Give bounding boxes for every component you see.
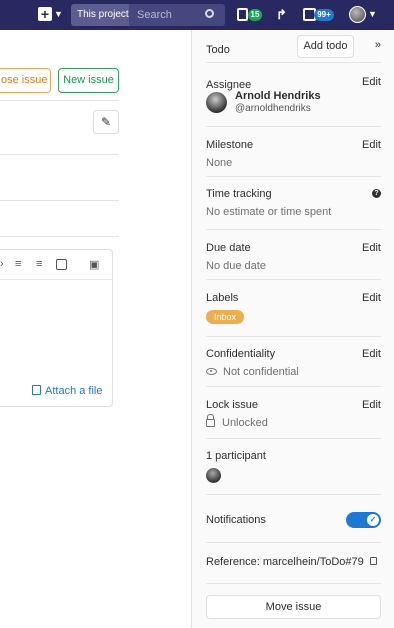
issue-main-content: ose issue New issue ✎ › ≡ ≡ ▣ Attach a f… [0,30,191,628]
milestone-section: Milestone Edit None [206,139,381,169]
divider [206,176,381,177]
attach-file-link[interactable]: Attach a file [32,385,102,397]
assignee-username: @arnoldhendriks [235,103,311,114]
divider [206,229,381,230]
search-scope-label: This project [71,4,129,26]
issues-icon[interactable] [237,8,248,21]
collapse-sidebar-icon[interactable]: » [375,39,381,51]
time-tracking-value: No estimate or time spent [206,206,332,218]
reference-section: Reference: marcelhein/ToDo#79 [206,555,381,568]
divider [206,583,381,584]
milestone-label: Milestone [206,139,254,151]
todo-label: Todo [206,44,230,56]
task-list-icon[interactable] [56,259,67,270]
time-tracking-section: Time tracking ? No estimate or time spen… [206,188,381,218]
divider [0,100,119,101]
due-date-section: Due date Edit No due date [206,242,381,272]
new-issue-button[interactable]: New issue [58,68,119,93]
divider [206,336,381,337]
fullscreen-icon[interactable]: ▣ [89,258,99,271]
labels-label: Labels [206,292,239,304]
milestone-value: None [206,157,233,169]
merge-request-icon[interactable]: ↱ [276,7,287,23]
new-dropdown-plus-icon[interactable]: + [38,7,52,21]
divider [206,279,381,280]
add-todo-button[interactable]: Add todo [297,35,354,58]
divider [206,62,381,63]
participants-label: 1 participant [206,450,266,462]
lock-issue-label: Lock issue [206,399,258,411]
notifications-toggle[interactable]: ✓ [346,512,381,528]
issues-count-badge[interactable]: 15 [248,9,262,21]
top-navbar: + ▼ This project Search 15 ↱ 99+ ▼ [0,0,394,30]
milestone-edit-link[interactable]: Edit [362,139,381,151]
issue-sidebar: Todo Add todo » Assignee Edit Arnold Hen… [191,30,394,628]
question-circle-icon[interactable]: ? [372,189,381,198]
move-issue-button[interactable]: Move issue [206,595,381,619]
due-date-value: No due date [206,260,266,272]
lock-issue-edit-link[interactable]: Edit [362,399,381,411]
chevron-down-icon[interactable]: ▼ [54,9,63,19]
edit-pencil-icon[interactable]: ✎ [93,110,119,134]
eye-icon [206,368,217,375]
divider [206,126,381,127]
due-date-edit-link[interactable]: Edit [362,242,381,254]
divider [206,494,381,495]
user-avatar[interactable] [349,6,366,23]
confidentiality-label: Confidentiality [206,348,276,360]
code-icon[interactable]: › [0,258,4,270]
chevron-down-icon[interactable]: ▼ [368,9,377,19]
bullet-list-icon[interactable]: ≡ [15,258,21,270]
divider [206,438,381,439]
notifications-section: Notifications ✓ [206,512,381,528]
assignee-name[interactable]: Arnold Hendriks [235,90,321,102]
divider [206,542,381,543]
confidentiality-status: Not confidential [206,366,381,378]
participants-section: 1 participant [206,450,381,483]
divider [0,154,119,155]
lock-status: Unlocked [206,414,381,429]
labels-section: Labels Edit Inbox [206,292,381,324]
image-icon [32,385,41,395]
lock-issue-section: Lock issue Edit Unlocked [206,399,381,429]
assignee-edit-link[interactable]: Edit [362,76,381,88]
check-icon: ✓ [367,514,379,526]
label-badge-inbox[interactable]: Inbox [206,310,245,324]
time-tracking-label: Time tracking [206,188,272,200]
divider [206,386,381,387]
divider [0,236,119,237]
divider [0,200,119,201]
confidentiality-edit-link[interactable]: Edit [362,348,381,360]
todos-count-badge[interactable]: 99+ [314,9,334,21]
search-icon[interactable] [205,9,214,18]
reference-label: Reference: marcelhein/ToDo#79 [206,556,364,568]
assignee-section: Assignee Edit Arnold Hendriks @arnoldhen… [206,76,381,116]
editor-toolbar: › ≡ ≡ ▣ [0,250,112,280]
participant-avatar[interactable] [206,468,221,483]
todo-section: Todo [206,41,381,56]
unlock-icon [206,414,215,427]
close-issue-button[interactable]: ose issue [0,68,51,93]
confidentiality-section: Confidentiality Edit Not confidential [206,348,381,378]
due-date-label: Due date [206,242,251,254]
assignee-avatar[interactable] [206,92,227,113]
copy-clipboard-icon[interactable] [367,555,377,565]
numbered-list-icon[interactable]: ≡ [36,258,42,270]
comment-editor[interactable]: › ≡ ≡ ▣ [0,249,113,407]
labels-edit-link[interactable]: Edit [362,292,381,304]
